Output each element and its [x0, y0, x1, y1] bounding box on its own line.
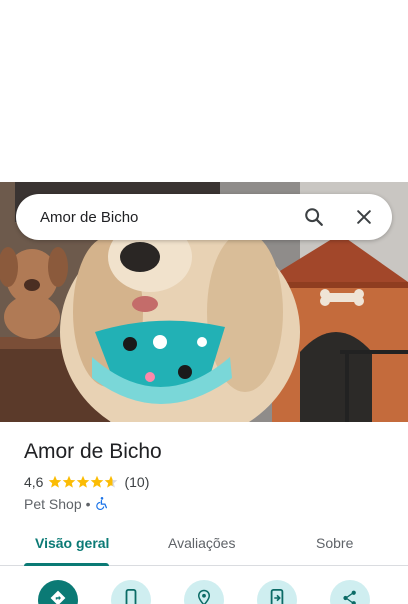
active-tab-indicator [24, 563, 109, 566]
place-screen: { "search": { "query": "Amor de Bicho" }… [0, 0, 408, 604]
share-button[interactable] [330, 580, 370, 604]
tab-about[interactable]: Sobre [316, 526, 353, 566]
place-title: Amor de Bicho [24, 440, 162, 463]
rating-row[interactable]: 4,6 (10) [24, 473, 394, 491]
rating-stars [48, 475, 118, 489]
save-button[interactable] [184, 580, 224, 604]
directions-icon [49, 589, 67, 604]
save-location-icon [195, 589, 213, 604]
star-icon [77, 475, 90, 488]
review-count[interactable]: (10) [124, 474, 149, 490]
place-info: Amor de Bicho 4,6 (10) Pet Shop • [24, 438, 394, 513]
search-bar[interactable]: Amor de Bicho [16, 194, 392, 240]
map-blank-area [0, 0, 408, 182]
share-icon [341, 589, 359, 604]
star-icon [49, 475, 62, 488]
close-icon[interactable] [352, 205, 376, 229]
search-icon[interactable] [302, 205, 326, 229]
wheelchair-icon [95, 496, 109, 513]
category-label: Pet Shop [24, 496, 82, 512]
action-bar [0, 580, 408, 604]
directions-button[interactable] [38, 580, 78, 604]
separator: • [85, 496, 91, 512]
rating-value: 4,6 [24, 474, 44, 490]
search-input[interactable]: Amor de Bicho [40, 209, 392, 226]
star-icon [105, 475, 118, 488]
call-button[interactable] [111, 580, 151, 604]
tab-overview[interactable]: Visão geral [35, 526, 109, 566]
send-to-phone-icon [269, 589, 285, 604]
tab-reviews[interactable]: Avaliações [168, 526, 235, 566]
send-to-phone-button[interactable] [257, 580, 297, 604]
star-icon [91, 475, 104, 488]
category-row: Pet Shop • [24, 495, 394, 513]
star-icon [63, 475, 76, 488]
tab-bar: Visão geral Avaliações Sobre [0, 526, 408, 566]
phone-icon [123, 589, 139, 604]
